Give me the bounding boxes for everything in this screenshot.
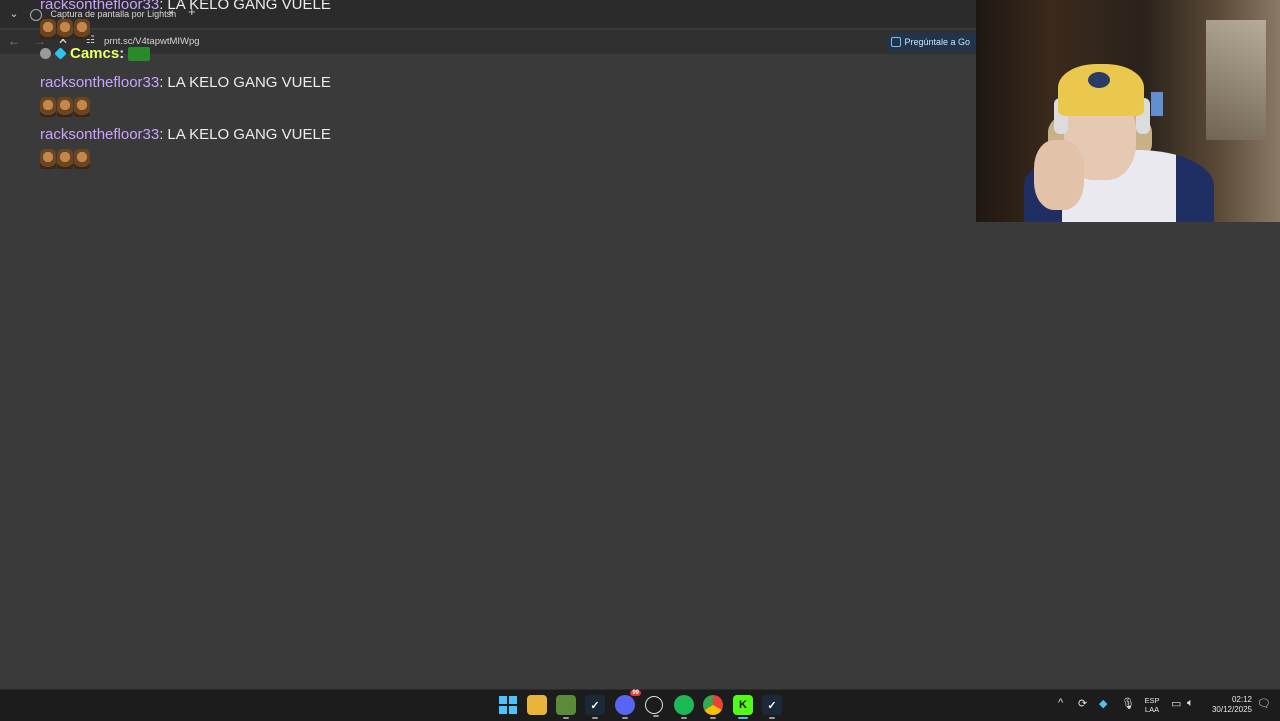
chrome-icon[interactable] — [703, 695, 723, 719]
chat-text: LA KELO GANG VUELE — [167, 74, 331, 91]
emote-icon — [74, 19, 90, 39]
minecraft-icon[interactable] — [556, 695, 576, 719]
chat-username: racksonthefloor33 — [40, 74, 160, 91]
emote-icon — [57, 19, 73, 39]
emote-icon — [74, 97, 90, 117]
tray-chevron-icon[interactable]: ^ — [1058, 697, 1063, 709]
ask-google-button[interactable]: Pregúntale a Go — [886, 33, 976, 51]
chat-text: LA KELO GANG VUELE — [167, 0, 331, 13]
windows-taskbar: ✓ 99 K ✓ ^ ⟳ ◆ 🎙︎ ESP LAA ▭ 🔈︎ 02:12 30/… — [0, 689, 1280, 721]
google-lens-icon — [891, 37, 902, 47]
language-indicator[interactable]: ESP LAA — [1142, 696, 1162, 714]
steam-icon-2[interactable]: ✓ — [762, 695, 782, 719]
chat-text: LA KELO GANG VUELE — [167, 126, 331, 143]
green-emote-icon — [128, 46, 151, 61]
emote-row — [40, 149, 90, 169]
emote-icon — [74, 149, 90, 169]
discord-icon[interactable]: 99 — [615, 690, 641, 719]
volume-icon[interactable]: 🔈︎ — [1187, 697, 1194, 710]
cube-badge-icon — [54, 47, 67, 60]
microphone-icon[interactable]: 🎙︎ — [1121, 697, 1135, 710]
emote-icon — [40, 97, 56, 117]
defender-icon[interactable]: ◆ — [1099, 697, 1107, 710]
ask-google-label: Pregúntale a Go — [904, 37, 970, 47]
chat-username: racksonthefloor33 — [40, 0, 160, 13]
emote-icon — [57, 149, 73, 169]
windows-start-icon[interactable] — [498, 695, 518, 715]
badge-icon — [40, 48, 51, 60]
emote-row — [40, 19, 90, 39]
steam-icon[interactable]: ✓ — [585, 695, 605, 719]
webcam-background-window — [1206, 20, 1266, 140]
clock-date: 30/12/2025 — [1211, 705, 1252, 714]
chat-message: racksonthefloor33: LA KELO GANG VUELE — [40, 74, 331, 92]
back-arrow-icon[interactable]: ← — [8, 34, 20, 48]
chat-message-camcs: Camcs: — [40, 45, 151, 65]
chat-username: racksonthefloor33 — [40, 126, 160, 143]
spotify-icon[interactable] — [674, 695, 694, 719]
obs-icon[interactable] — [645, 696, 663, 717]
chat-separator: : — [159, 74, 164, 91]
language-code: ESP — [1144, 696, 1160, 705]
webcam-streamer-hand — [1034, 140, 1084, 210]
keyboard-layout: LAA — [1144, 705, 1160, 714]
network-icon[interactable]: ▭ — [1171, 697, 1181, 710]
file-explorer-icon[interactable] — [527, 695, 547, 715]
tab-search-chevron-icon[interactable]: ⌄ — [6, 6, 22, 22]
chat-message: racksonthefloor33: LA KELO GANG VUELE — [40, 0, 331, 14]
webcam-overlay — [976, 0, 1280, 222]
chat-message: racksonthefloor33: LA KELO GANG VUELE — [40, 126, 331, 144]
emote-icon — [40, 19, 56, 39]
clock-time: 02:12 — [1231, 695, 1252, 704]
beanie-logo — [1088, 72, 1110, 88]
sync-icon[interactable]: ⟳ — [1078, 697, 1087, 710]
emote-icon — [40, 149, 56, 169]
emote-icon — [57, 97, 73, 117]
discord-badge: 99 — [630, 690, 641, 696]
chat-username-camcs: Camcs — [70, 45, 120, 62]
clock[interactable]: 02:12 30/12/2025 — [1206, 695, 1252, 715]
chat-separator: : — [159, 0, 164, 13]
webcam-background-lamp — [1151, 92, 1163, 116]
emote-row — [40, 97, 90, 117]
chat-separator: : — [119, 45, 125, 62]
kick-icon[interactable]: K — [733, 695, 753, 719]
notification-icon[interactable]: 🗨︎ — [1257, 697, 1271, 710]
chat-separator: : — [159, 126, 164, 143]
